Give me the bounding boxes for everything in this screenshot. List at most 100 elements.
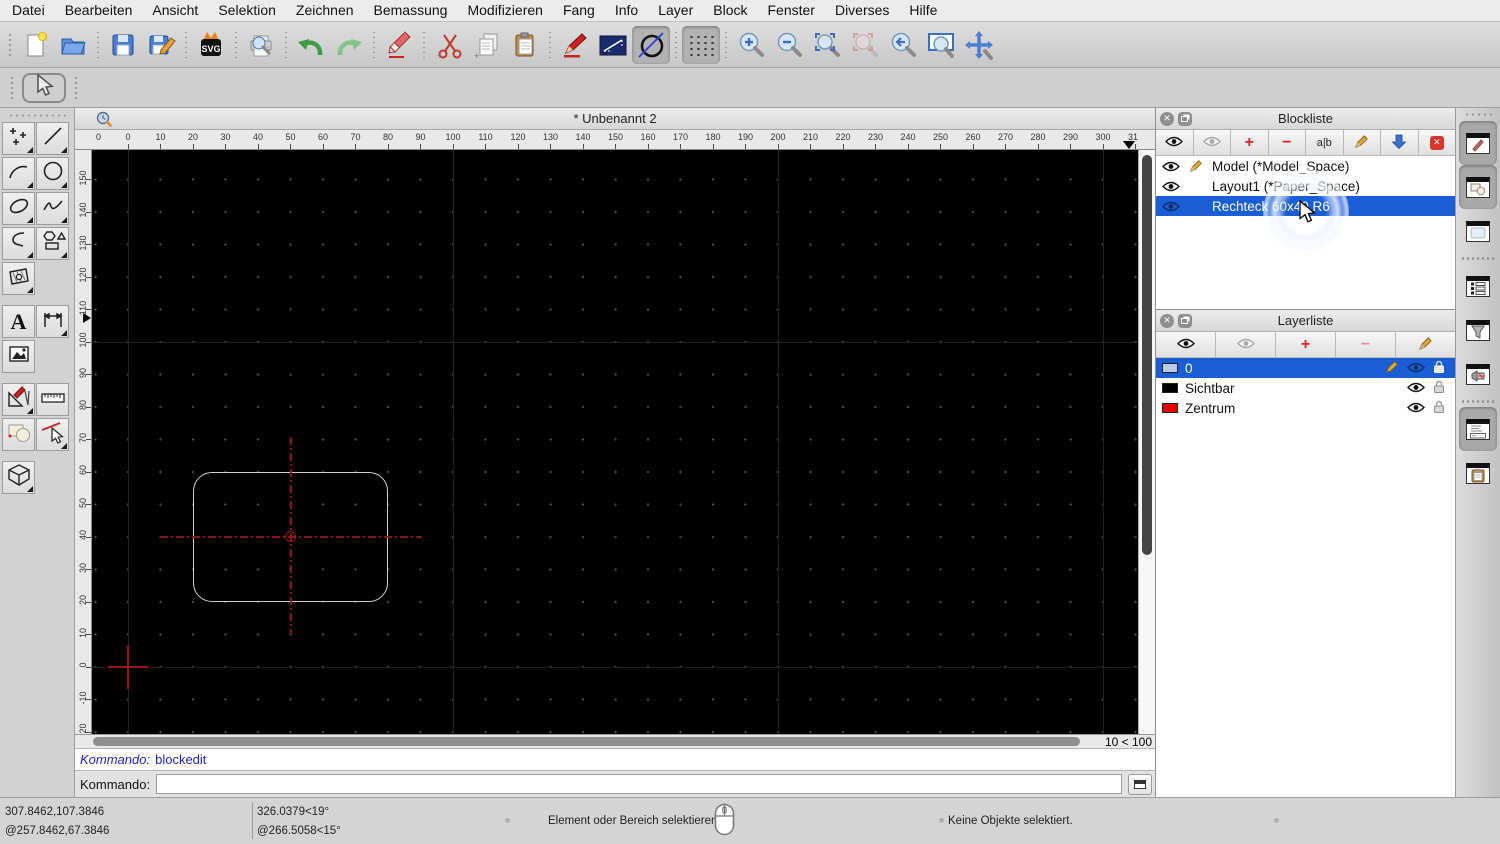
info-tool-button[interactable] <box>2 418 35 451</box>
cut-button[interactable]: + <box>430 26 468 64</box>
horizontal-scrollbar[interactable]: 10 < 100 <box>75 734 1155 748</box>
show-block-button[interactable] <box>1156 130 1194 155</box>
menu-item-modifizieren[interactable]: Modifizieren <box>457 0 552 21</box>
hide-block-button[interactable] <box>1194 130 1232 155</box>
print-preview-button[interactable] <box>242 26 280 64</box>
clipboard-window-button[interactable] <box>1459 451 1497 495</box>
draft-tools-button[interactable] <box>2 383 35 416</box>
grid-toggle-button[interactable] <box>682 26 720 64</box>
paste-button[interactable] <box>506 26 544 64</box>
select-contour-tool-button[interactable] <box>36 418 69 451</box>
horizontal-scrollbar-thumb[interactable] <box>93 737 1080 746</box>
command-input[interactable] <box>156 774 1122 794</box>
dock-drag-handle[interactable] <box>1464 112 1492 117</box>
float-panel-icon[interactable] <box>1178 314 1192 328</box>
solid-tool-button[interactable] <box>2 461 35 494</box>
menu-item-selektion[interactable]: Selektion <box>208 0 286 21</box>
menu-item-block[interactable]: Block <box>703 0 757 21</box>
show-layer-button[interactable] <box>1156 332 1216 357</box>
save-as-button[interactable] <box>142 26 180 64</box>
pan-button[interactable] <box>960 26 998 64</box>
menu-item-datei[interactable]: Datei <box>2 0 55 21</box>
arc-tool-button[interactable] <box>2 157 35 190</box>
edit-block-button[interactable] <box>1344 130 1382 155</box>
document-titlebar[interactable]: * Unbenannt 2 <box>75 108 1155 130</box>
menu-item-bearbeiten[interactable]: Bearbeiten <box>55 0 143 21</box>
copy-button[interactable]: + <box>468 26 506 64</box>
draw-pencil-button[interactable] <box>556 26 594 64</box>
undo-button[interactable] <box>292 26 330 64</box>
points-tool-button[interactable] <box>2 122 35 155</box>
property-editor-window-button[interactable] <box>1459 121 1497 165</box>
eye-icon[interactable] <box>1407 401 1425 416</box>
menu-item-layer[interactable]: Layer <box>648 0 703 21</box>
zoom-window-button[interactable] <box>922 26 960 64</box>
command-history-toggle-button[interactable] <box>1128 774 1152 795</box>
polyline-tool-button[interactable] <box>2 227 35 260</box>
toolbar-drag-handle[interactable] <box>6 31 14 59</box>
line-tool-button[interactable] <box>36 122 69 155</box>
add-layer-button[interactable]: + <box>1276 332 1336 357</box>
menu-item-bemassung[interactable]: Bemassung <box>364 0 458 21</box>
vertical-scrollbar-thumb[interactable] <box>1142 155 1152 555</box>
drawing-canvas[interactable] <box>92 150 1138 734</box>
dimension-tool-button[interactable] <box>36 305 69 338</box>
zoom-selection-button[interactable] <box>846 26 884 64</box>
zoom-previous-button[interactable] <box>884 26 922 64</box>
delete-button[interactable] <box>380 26 418 64</box>
lock-icon[interactable] <box>1433 360 1445 377</box>
close-icon[interactable]: ✕ <box>1160 314 1174 328</box>
zoom-auto-button[interactable] <box>808 26 846 64</box>
float-panel-icon[interactable] <box>1178 112 1192 126</box>
menu-item-diverses[interactable]: Diverses <box>825 0 899 21</box>
edit-layer-button[interactable] <box>1396 332 1455 357</box>
lock-icon[interactable] <box>1433 400 1445 417</box>
shape-tool-button[interactable] <box>36 227 69 260</box>
selection-arrow-button[interactable] <box>22 73 66 103</box>
menu-item-ansicht[interactable]: Ansicht <box>142 0 208 21</box>
menu-item-info[interactable]: Info <box>605 0 648 21</box>
redo-button[interactable] <box>330 26 368 64</box>
close-icon[interactable]: ✕ <box>1160 112 1174 126</box>
ellipse-tool-button[interactable] <box>2 192 35 225</box>
image-tool-button[interactable] <box>2 340 35 373</box>
lock-icon[interactable] <box>1433 380 1445 397</box>
menu-item-hilfe[interactable]: Hilfe <box>899 0 947 21</box>
spline-tool-button[interactable] <box>36 192 69 225</box>
block-list-window-button[interactable] <box>1459 165 1497 209</box>
selection-filter-window-button[interactable] <box>1459 308 1497 352</box>
hide-layer-button[interactable] <box>1216 332 1276 357</box>
layer-row-0[interactable]: 0 <box>1156 358 1455 378</box>
svg-export-button[interactable]: SVG <box>192 26 230 64</box>
measure-tool-button[interactable] <box>36 383 69 416</box>
menu-item-zeichnen[interactable]: Zeichnen <box>286 0 364 21</box>
new-file-button[interactable] <box>16 26 54 64</box>
circle-tool-button[interactable] <box>36 157 69 190</box>
menu-item-fang[interactable]: Fang <box>553 0 605 21</box>
zoom-out-button[interactable] <box>770 26 808 64</box>
command-history-window-button[interactable] <box>1459 407 1497 451</box>
layer-row-sichtbar[interactable]: Sichtbar <box>1156 378 1455 398</box>
line-mode-button[interactable] <box>594 26 632 64</box>
toolbar-drag-handle[interactable] <box>72 74 80 102</box>
eye-icon[interactable] <box>1407 361 1425 376</box>
layer-list-window-button[interactable] <box>1459 264 1497 308</box>
palette-drag-handle[interactable] <box>8 113 66 118</box>
eye-icon[interactable] <box>1407 381 1425 396</box>
zoom-in-button[interactable] <box>732 26 770 64</box>
layer-row-zentrum[interactable]: Zentrum <box>1156 398 1455 418</box>
toolbar-drag-handle[interactable] <box>8 74 16 102</box>
viewport-window-button[interactable] <box>1459 352 1497 396</box>
hatch-tool-button[interactable] <box>2 262 35 295</box>
insert-block-button[interactable] <box>1381 130 1419 155</box>
add-block-button[interactable]: + <box>1231 130 1269 155</box>
remove-layer-button[interactable]: − <box>1336 332 1396 357</box>
library-browser-window-button[interactable] <box>1459 209 1497 253</box>
open-file-button[interactable] <box>54 26 92 64</box>
vertical-scrollbar[interactable] <box>1138 150 1155 734</box>
menu-item-fenster[interactable]: Fenster <box>757 0 824 21</box>
save-button[interactable] <box>104 26 142 64</box>
remove-block-button[interactable]: − <box>1269 130 1307 155</box>
rename-block-button[interactable]: a|b <box>1306 130 1344 155</box>
purge-block-button[interactable]: ✕ <box>1419 130 1456 155</box>
